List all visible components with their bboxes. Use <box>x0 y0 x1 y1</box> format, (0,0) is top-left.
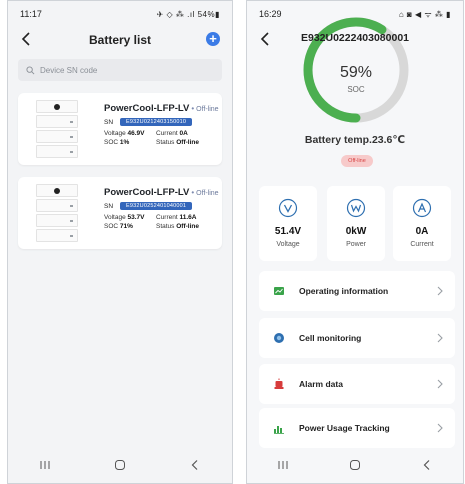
current-value: 0A <box>179 130 188 137</box>
search-icon <box>26 65 35 74</box>
device-status: Off-line <box>196 106 219 113</box>
separator-dot: • <box>191 104 195 113</box>
status-indicators: ✈ ◇ ⁂ .ıl 54%▮ <box>156 9 220 19</box>
voltage-icon <box>278 198 298 218</box>
metric-label: Power <box>346 241 366 248</box>
metric-value: 0A <box>415 226 429 237</box>
add-device-button[interactable]: + <box>206 32 220 46</box>
back-arrow-icon[interactable] <box>18 30 36 48</box>
back-icon[interactable] <box>421 459 433 471</box>
metric-label: Voltage <box>276 241 300 248</box>
device-name: PowerCool-LFP-LV <box>104 103 190 114</box>
alarm-icon <box>274 378 284 389</box>
menu-power-usage-tracking[interactable]: Power Usage Tracking <box>259 408 455 448</box>
voltage-row: Voltage 53.7V <box>104 214 145 221</box>
battery-list-screen: 11:17 ✈ ◇ ⁂ .ıl 54%▮ Battery list + Powe… <box>7 0 233 484</box>
battery-temperature: Battery temp.23.6℃ <box>304 134 406 146</box>
soc-label: SOC <box>347 85 365 94</box>
sn-label: SN <box>104 118 114 126</box>
status-row: Status Off-line <box>156 223 199 230</box>
voltage-card: 51.4V Voltage <box>259 186 317 261</box>
device-status: Off-line <box>196 190 219 197</box>
current-row: Current 0A <box>156 130 188 137</box>
current-icon <box>412 198 432 218</box>
battery-device-image <box>36 100 78 158</box>
app-header: Battery list + <box>8 27 232 53</box>
search-box[interactable] <box>18 59 222 81</box>
metric-value: 51.4V <box>274 226 302 237</box>
home-icon[interactable] <box>114 459 126 471</box>
metric-label: Current <box>410 241 434 248</box>
status-badge: Off-line <box>341 155 373 167</box>
battery-card[interactable]: PowerCool-LFP-LV • Off-line SN E932U0252… <box>18 177 222 249</box>
page-title: Battery list <box>88 33 152 47</box>
menu-alarm-data[interactable]: Alarm data <box>259 364 455 404</box>
sn-label: SN <box>104 202 114 210</box>
menu-label: Power Usage Tracking <box>299 423 390 433</box>
status-row: Status Off-line <box>156 139 199 146</box>
current-value: 11.6A <box>179 214 197 221</box>
system-nav-bar <box>8 447 232 483</box>
soc-value: 1% <box>119 139 130 146</box>
menu-operating-information[interactable]: Operating information <box>259 271 455 311</box>
separator-dot: • <box>191 188 195 197</box>
status-bar: 11:17 ✈ ◇ ⁂ .ıl 54%▮ <box>8 1 232 27</box>
current-card: 0A Current <box>393 186 451 261</box>
status-time: 16:29 <box>259 9 282 19</box>
menu-label: Alarm data <box>299 379 343 389</box>
chevron-right-icon <box>437 333 443 343</box>
chart-icon <box>274 287 284 295</box>
voltage-value: 53.7V <box>127 214 145 221</box>
battery-device-image <box>36 184 78 242</box>
recent-apps-icon[interactable] <box>277 459 289 471</box>
soc-value: 59% <box>339 64 373 81</box>
chevron-right-icon <box>437 379 443 389</box>
usage-icon <box>274 426 284 434</box>
current-row: Current 11.6A <box>156 214 197 221</box>
sn-chip: E932U0212403150010 <box>120 118 193 126</box>
soc-row: SOC 71% <box>104 223 133 230</box>
sn-chip: E932U0252401040001 <box>120 202 193 210</box>
voltage-row: Voltage 46.9V <box>104 130 145 137</box>
status-value: Off-line <box>176 223 199 230</box>
power-card: 0kW Power <box>327 186 385 261</box>
status-value: Off-line <box>176 139 199 146</box>
soc-value: 71% <box>119 223 133 230</box>
soc-row: SOC 1% <box>104 139 130 146</box>
device-serial-title: E932U0222403080001 <box>300 32 410 44</box>
back-icon[interactable] <box>189 459 201 471</box>
menu-cell-monitoring[interactable]: Cell monitoring <box>259 318 455 358</box>
chevron-right-icon <box>437 286 443 296</box>
chevron-right-icon <box>437 423 443 433</box>
cell-icon <box>274 333 284 343</box>
menu-label: Cell monitoring <box>299 333 362 343</box>
home-icon[interactable] <box>349 459 361 471</box>
recent-apps-icon[interactable] <box>39 459 51 471</box>
menu-label: Operating information <box>299 286 389 296</box>
battery-detail-screen: 16:29 ⌂ ◙ ◀ ᯤ ⁂ ▮ 59% SOC E932U022240308… <box>246 0 464 484</box>
voltage-value: 46.9V <box>127 130 145 137</box>
system-nav-bar <box>247 447 463 483</box>
search-input[interactable] <box>40 65 190 75</box>
device-name: PowerCool-LFP-LV <box>104 187 190 198</box>
power-icon <box>346 198 366 218</box>
metric-value: 0kW <box>345 226 367 237</box>
status-time: 11:17 <box>20 9 42 19</box>
battery-card[interactable]: PowerCool-LFP-LV • Off-line SN E932U0212… <box>18 93 222 165</box>
